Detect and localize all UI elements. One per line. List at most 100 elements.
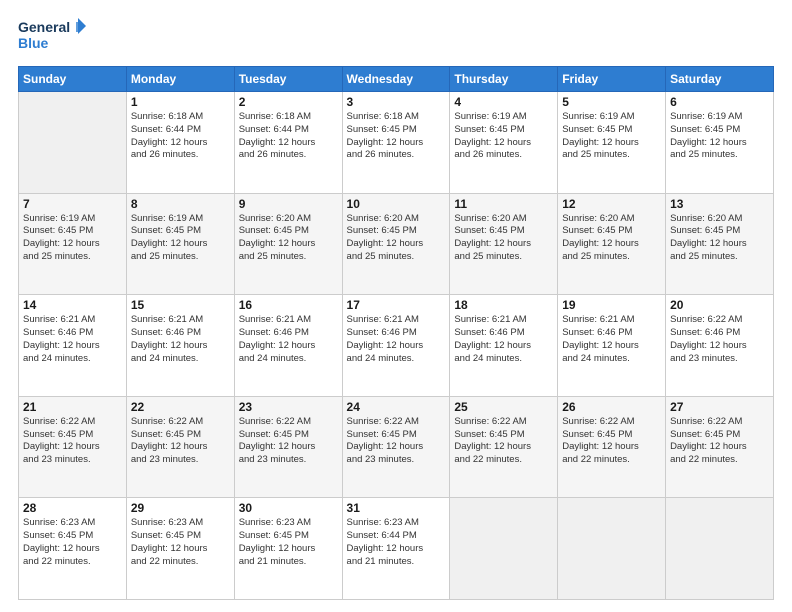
calendar-cell: 14 Sunrise: 6:21 AMSunset: 6:46 PMDayligh… (19, 295, 127, 397)
calendar-header: SundayMondayTuesdayWednesdayThursdayFrid… (19, 67, 774, 92)
calendar-cell: 17 Sunrise: 6:21 AMSunset: 6:46 PMDayligh… (342, 295, 450, 397)
calendar-day-header: Sunday (19, 67, 127, 92)
day-info: Sunrise: 6:22 AMSunset: 6:46 PMDaylight:… (670, 314, 769, 365)
day-number: 10 (347, 197, 446, 211)
calendar-cell: 22 Sunrise: 6:22 AMSunset: 6:45 PMDayligh… (126, 396, 234, 498)
calendar-cell (450, 498, 558, 600)
calendar-week-row: 1 Sunrise: 6:18 AMSunset: 6:44 PMDaylight… (19, 92, 774, 194)
calendar-cell (558, 498, 666, 600)
calendar-cell: 23 Sunrise: 6:22 AMSunset: 6:45 PMDayligh… (234, 396, 342, 498)
calendar-cell (666, 498, 774, 600)
day-number: 19 (562, 298, 661, 312)
day-number: 7 (23, 197, 122, 211)
day-number: 15 (131, 298, 230, 312)
calendar-cell: 18 Sunrise: 6:21 AMSunset: 6:46 PMDayligh… (450, 295, 558, 397)
day-number: 12 (562, 197, 661, 211)
day-info: Sunrise: 6:21 AMSunset: 6:46 PMDaylight:… (562, 314, 661, 365)
calendar-cell: 20Sunrise: 6:22 AMSunset: 6:46 PMDayligh… (666, 295, 774, 397)
day-info: Sunrise: 6:20 AMSunset: 6:45 PMDaylight:… (562, 213, 661, 264)
day-info: Sunrise: 6:23 AMSunset: 6:45 PMDaylight:… (131, 517, 230, 568)
calendar-cell: 31 Sunrise: 6:23 AMSunset: 6:44 PMDayligh… (342, 498, 450, 600)
calendar-week-row: 7 Sunrise: 6:19 AMSunset: 6:45 PMDaylight… (19, 193, 774, 295)
calendar-cell: 7 Sunrise: 6:19 AMSunset: 6:45 PMDaylight… (19, 193, 127, 295)
day-info: Sunrise: 6:22 AMSunset: 6:45 PMDaylight:… (670, 416, 769, 467)
day-number: 5 (562, 95, 661, 109)
day-info: Sunrise: 6:18 AMSunset: 6:44 PMDaylight:… (239, 111, 338, 162)
calendar-week-row: 21 Sunrise: 6:22 AMSunset: 6:45 PMDayligh… (19, 396, 774, 498)
calendar-cell: 1Sunrise: 6:18 AMSunset: 6:44 PMDaylight… (126, 92, 234, 194)
day-info: Sunrise: 6:22 AMSunset: 6:45 PMDaylight:… (131, 416, 230, 467)
calendar-cell: 15 Sunrise: 6:21 AMSunset: 6:46 PMDayligh… (126, 295, 234, 397)
day-number: 4 (454, 95, 553, 109)
day-info: Sunrise: 6:21 AMSunset: 6:46 PMDaylight:… (454, 314, 553, 365)
day-number: 3 (347, 95, 446, 109)
day-number: 1 (131, 95, 230, 109)
day-info: Sunrise: 6:21 AMSunset: 6:46 PMDaylight:… (23, 314, 122, 365)
calendar: SundayMondayTuesdayWednesdayThursdayFrid… (18, 66, 774, 600)
day-info: Sunrise: 6:19 AMSunset: 6:45 PMDaylight:… (670, 111, 769, 162)
calendar-cell: 29 Sunrise: 6:23 AMSunset: 6:45 PMDayligh… (126, 498, 234, 600)
day-info: Sunrise: 6:18 AMSunset: 6:45 PMDaylight:… (347, 111, 446, 162)
svg-text:Blue: Blue (18, 35, 49, 51)
day-number: 17 (347, 298, 446, 312)
day-info: Sunrise: 6:21 AMSunset: 6:46 PMDaylight:… (131, 314, 230, 365)
calendar-cell: 5Sunrise: 6:19 AMSunset: 6:45 PMDaylight… (558, 92, 666, 194)
day-info: Sunrise: 6:20 AMSunset: 6:45 PMDaylight:… (347, 213, 446, 264)
day-number: 11 (454, 197, 553, 211)
calendar-cell: 2 Sunrise: 6:18 AMSunset: 6:44 PMDaylight… (234, 92, 342, 194)
day-number: 21 (23, 400, 122, 414)
calendar-cell: 25 Sunrise: 6:22 AMSunset: 6:45 PMDayligh… (450, 396, 558, 498)
day-number: 16 (239, 298, 338, 312)
calendar-week-row: 28 Sunrise: 6:23 AMSunset: 6:45 PMDayligh… (19, 498, 774, 600)
day-info: Sunrise: 6:22 AMSunset: 6:45 PMDaylight:… (23, 416, 122, 467)
calendar-cell (19, 92, 127, 194)
day-number: 28 (23, 501, 122, 515)
day-info: Sunrise: 6:19 AMSunset: 6:45 PMDaylight:… (131, 213, 230, 264)
day-info: Sunrise: 6:19 AMSunset: 6:45 PMDaylight:… (454, 111, 553, 162)
day-info: Sunrise: 6:22 AMSunset: 6:45 PMDaylight:… (562, 416, 661, 467)
day-number: 26 (562, 400, 661, 414)
svg-text:General: General (18, 19, 70, 35)
day-number: 23 (239, 400, 338, 414)
calendar-cell: 21 Sunrise: 6:22 AMSunset: 6:45 PMDayligh… (19, 396, 127, 498)
day-number: 24 (347, 400, 446, 414)
day-number: 27 (670, 400, 769, 414)
day-number: 6 (670, 95, 769, 109)
day-info: Sunrise: 6:22 AMSunset: 6:45 PMDaylight:… (454, 416, 553, 467)
calendar-cell: 24 Sunrise: 6:22 AMSunset: 6:45 PMDayligh… (342, 396, 450, 498)
day-info: Sunrise: 6:19 AMSunset: 6:45 PMDaylight:… (23, 213, 122, 264)
calendar-day-header: Monday (126, 67, 234, 92)
calendar-day-header: Saturday (666, 67, 774, 92)
calendar-day-header: Friday (558, 67, 666, 92)
calendar-week-row: 14 Sunrise: 6:21 AMSunset: 6:46 PMDayligh… (19, 295, 774, 397)
calendar-cell: 9Sunrise: 6:20 AMSunset: 6:45 PMDaylight… (234, 193, 342, 295)
day-number: 14 (23, 298, 122, 312)
day-info: Sunrise: 6:23 AMSunset: 6:44 PMDaylight:… (347, 517, 446, 568)
day-number: 30 (239, 501, 338, 515)
calendar-cell: 27 Sunrise: 6:22 AMSunset: 6:45 PMDayligh… (666, 396, 774, 498)
day-info: Sunrise: 6:23 AMSunset: 6:45 PMDaylight:… (239, 517, 338, 568)
calendar-cell: 3 Sunrise: 6:18 AMSunset: 6:45 PMDaylight… (342, 92, 450, 194)
day-number: 9 (239, 197, 338, 211)
day-number: 13 (670, 197, 769, 211)
day-number: 25 (454, 400, 553, 414)
calendar-day-header: Thursday (450, 67, 558, 92)
day-number: 22 (131, 400, 230, 414)
calendar-day-header: Wednesday (342, 67, 450, 92)
day-number: 31 (347, 501, 446, 515)
day-number: 29 (131, 501, 230, 515)
day-number: 2 (239, 95, 338, 109)
day-number: 18 (454, 298, 553, 312)
day-info: Sunrise: 6:21 AMSunset: 6:46 PMDaylight:… (347, 314, 446, 365)
calendar-cell: 19 Sunrise: 6:21 AMSunset: 6:46 PMDayligh… (558, 295, 666, 397)
day-info: Sunrise: 6:22 AMSunset: 6:45 PMDaylight:… (239, 416, 338, 467)
calendar-cell: 30 Sunrise: 6:23 AMSunset: 6:45 PMDayligh… (234, 498, 342, 600)
day-info: Sunrise: 6:22 AMSunset: 6:45 PMDaylight:… (347, 416, 446, 467)
calendar-cell: 6 Sunrise: 6:19 AMSunset: 6:45 PMDaylight… (666, 92, 774, 194)
day-info: Sunrise: 6:23 AMSunset: 6:45 PMDaylight:… (23, 517, 122, 568)
calendar-cell: 10 Sunrise: 6:20 AMSunset: 6:45 PMDayligh… (342, 193, 450, 295)
logo: General Blue (18, 16, 88, 56)
day-info: Sunrise: 6:20 AMSunset: 6:45 PMDaylight:… (454, 213, 553, 264)
header: General Blue (18, 16, 774, 56)
calendar-cell: 26 Sunrise: 6:22 AMSunset: 6:45 PMDayligh… (558, 396, 666, 498)
